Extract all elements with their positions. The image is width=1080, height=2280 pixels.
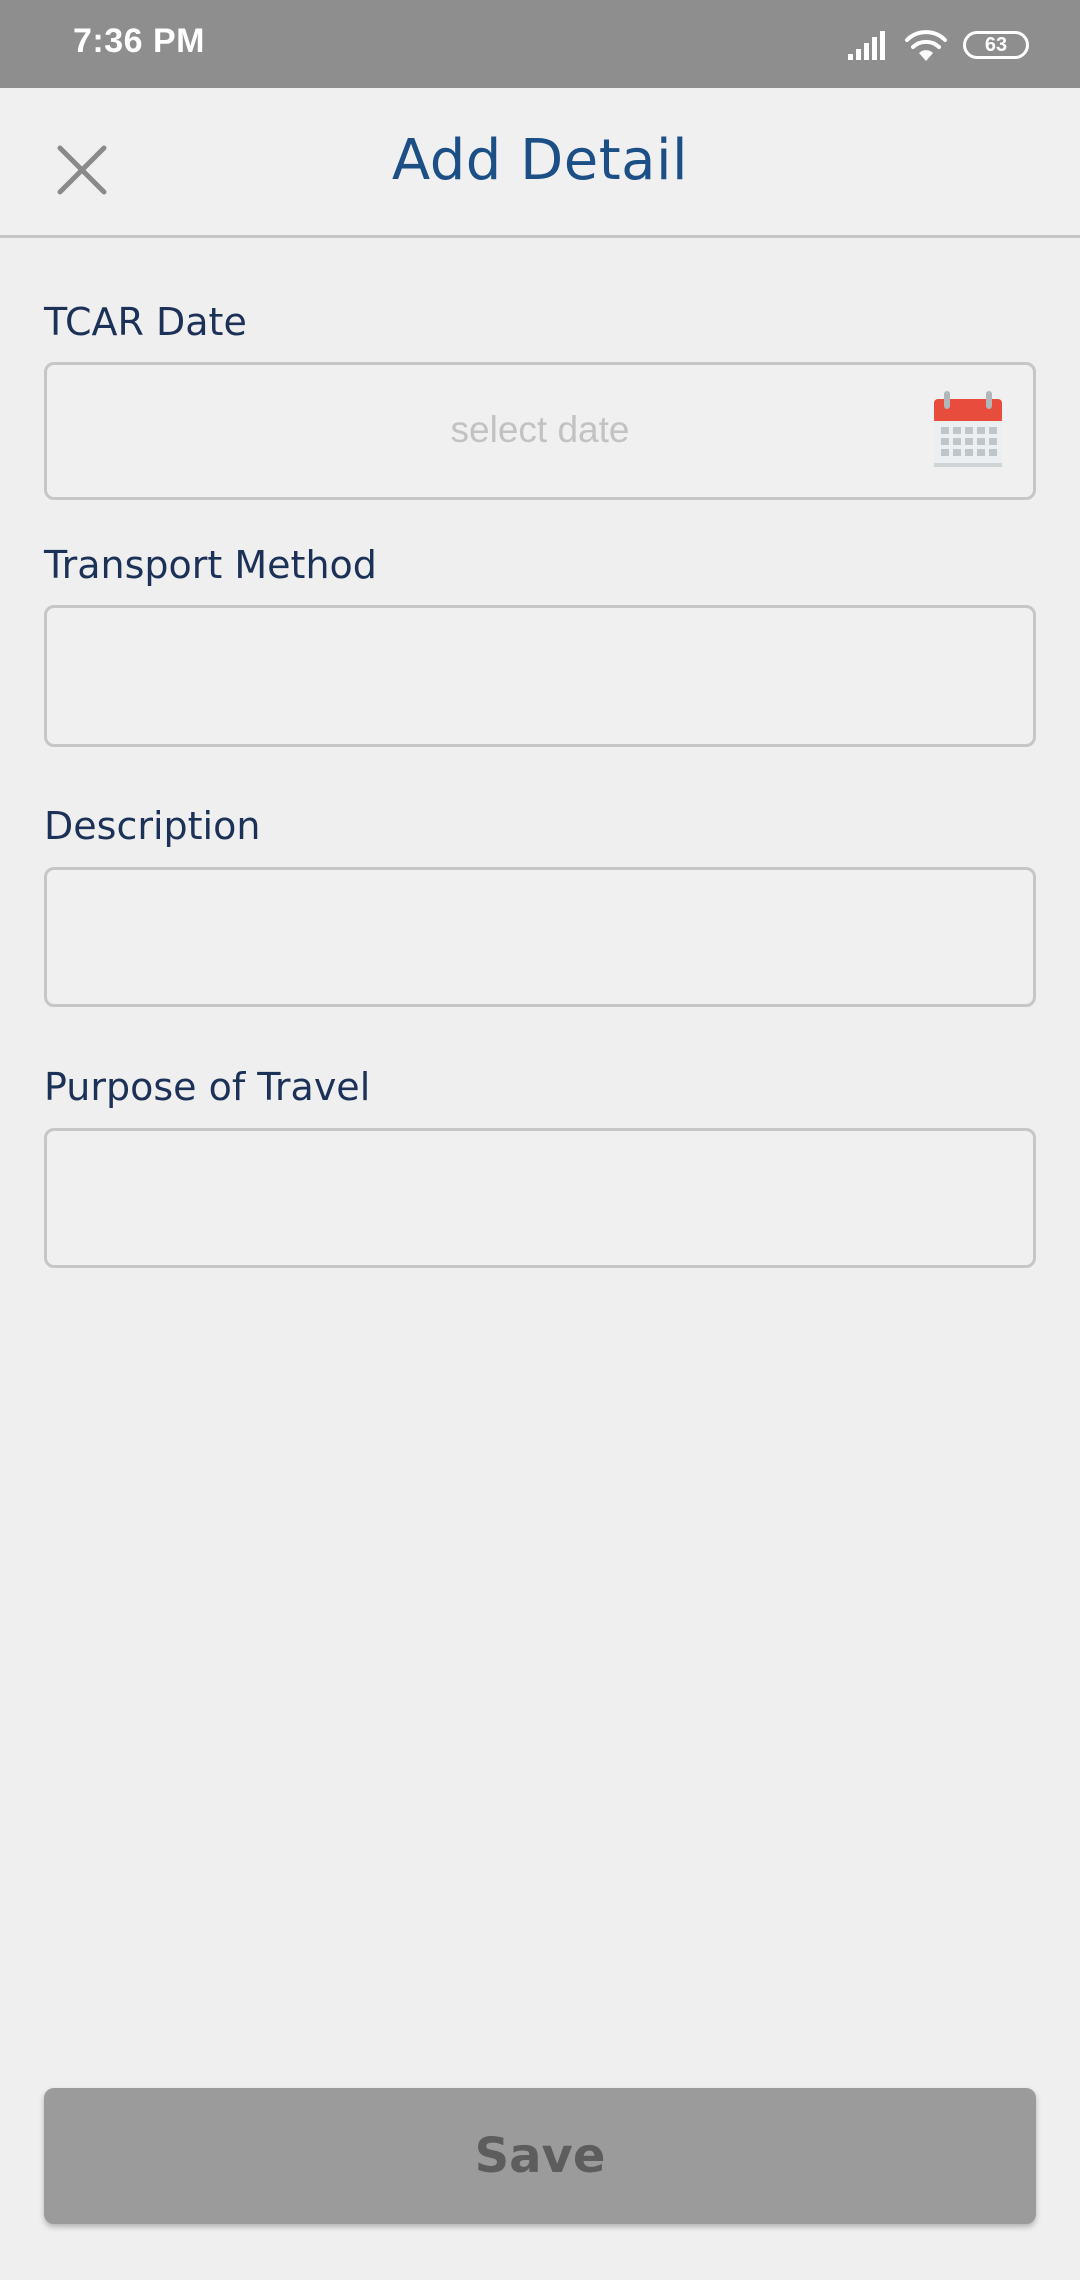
- battery-indicator: 63: [963, 31, 1029, 59]
- wifi-icon: [905, 30, 947, 61]
- save-button[interactable]: Save: [44, 2088, 1036, 2224]
- tcar-date-label: TCAR Date: [44, 300, 247, 344]
- purpose-of-travel-field[interactable]: [44, 1128, 1036, 1268]
- date-placeholder: select date: [450, 409, 630, 450]
- page-title: Add Detail: [391, 128, 689, 193]
- calendar-icon[interactable]: [932, 389, 1004, 469]
- description-label: Description: [44, 804, 261, 848]
- transport-method-field[interactable]: [44, 605, 1036, 747]
- purpose-of-travel-label: Purpose of Travel: [44, 1065, 371, 1109]
- tcar-date-field[interactable]: select date: [44, 362, 1036, 500]
- header: Add Detail: [0, 88, 1080, 238]
- signal-icon: [848, 31, 885, 60]
- description-field[interactable]: [44, 867, 1036, 1007]
- transport-method-label: Transport Method: [44, 543, 377, 587]
- status-bar: 7:36 PM 63: [0, 0, 1080, 88]
- status-time: 7:36 PM: [73, 22, 205, 60]
